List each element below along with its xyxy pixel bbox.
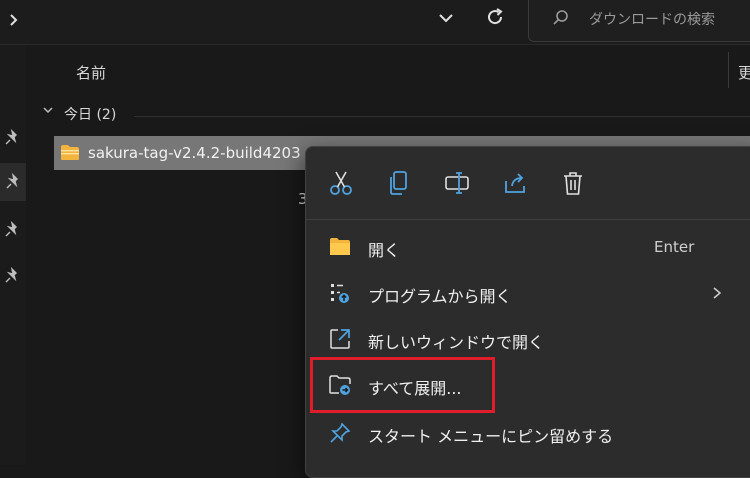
copy-button[interactable] bbox=[386, 169, 412, 197]
file-name: sakura-tag-v2.4.2-build4203 bbox=[88, 144, 301, 162]
menu-item-open-new-window[interactable]: 新しいウィンドウで開く bbox=[306, 319, 750, 359]
delete-button[interactable] bbox=[560, 169, 586, 197]
navigation-pane bbox=[0, 45, 26, 465]
chevron-down-icon[interactable] bbox=[42, 104, 54, 116]
menu-divider bbox=[306, 219, 750, 220]
folder-icon bbox=[330, 238, 350, 255]
share-icon bbox=[505, 173, 525, 193]
chevron-down-icon[interactable] bbox=[436, 8, 456, 28]
new-window-icon bbox=[330, 329, 350, 349]
search-input[interactable]: ダウンロードの検索 bbox=[528, 0, 750, 42]
search-icon bbox=[553, 10, 568, 25]
pin-icon[interactable] bbox=[3, 267, 21, 285]
cut-icon bbox=[330, 171, 352, 195]
copy-icon bbox=[390, 171, 407, 195]
search-placeholder: ダウンロードの検索 bbox=[589, 12, 715, 28]
refresh-icon[interactable] bbox=[484, 6, 506, 28]
menu-item-pin-to-start[interactable]: スタート メニューにピン留めする bbox=[306, 413, 750, 453]
delete-icon bbox=[564, 172, 582, 195]
menu-item-open[interactable]: 開く Enter bbox=[306, 227, 750, 267]
open-with-icon bbox=[331, 284, 349, 303]
pin-icon[interactable] bbox=[3, 221, 21, 239]
rename-button[interactable] bbox=[444, 169, 470, 197]
menu-item-label: 開く bbox=[368, 241, 401, 260]
share-button[interactable] bbox=[502, 169, 528, 197]
nav-item-selected[interactable] bbox=[0, 163, 26, 201]
chevron-right-icon bbox=[713, 287, 722, 299]
column-header-next[interactable]: 更 bbox=[738, 62, 750, 83]
menu-item-label: 新しいウィンドウで開く bbox=[368, 333, 545, 352]
menu-shortcut: Enter bbox=[654, 238, 695, 256]
group-divider bbox=[134, 116, 750, 117]
context-menu: 開く Enter プログラムから開く 新しいウィンドウで開く すべて展開... bbox=[305, 146, 750, 478]
column-divider[interactable] bbox=[728, 52, 729, 88]
menu-item-label: スタート メニューにピン留めする bbox=[368, 427, 614, 446]
menu-item-label: プログラムから開く bbox=[368, 287, 512, 306]
group-header[interactable]: 今日 (2) bbox=[64, 104, 116, 124]
chevron-right-icon[interactable] bbox=[4, 10, 24, 30]
column-header-name[interactable]: 名前 bbox=[76, 62, 106, 83]
pin-icon[interactable] bbox=[3, 129, 21, 147]
highlight-box bbox=[310, 357, 495, 413]
address-bar: ダウンロードの検索 bbox=[0, 0, 750, 45]
pin-icon bbox=[330, 422, 351, 443]
cut-button[interactable] bbox=[328, 169, 354, 197]
rename-icon bbox=[445, 172, 469, 194]
zip-folder-icon bbox=[61, 145, 79, 160]
menu-item-open-with[interactable]: プログラムから開く bbox=[306, 273, 750, 313]
pin-icon bbox=[6, 173, 18, 189]
